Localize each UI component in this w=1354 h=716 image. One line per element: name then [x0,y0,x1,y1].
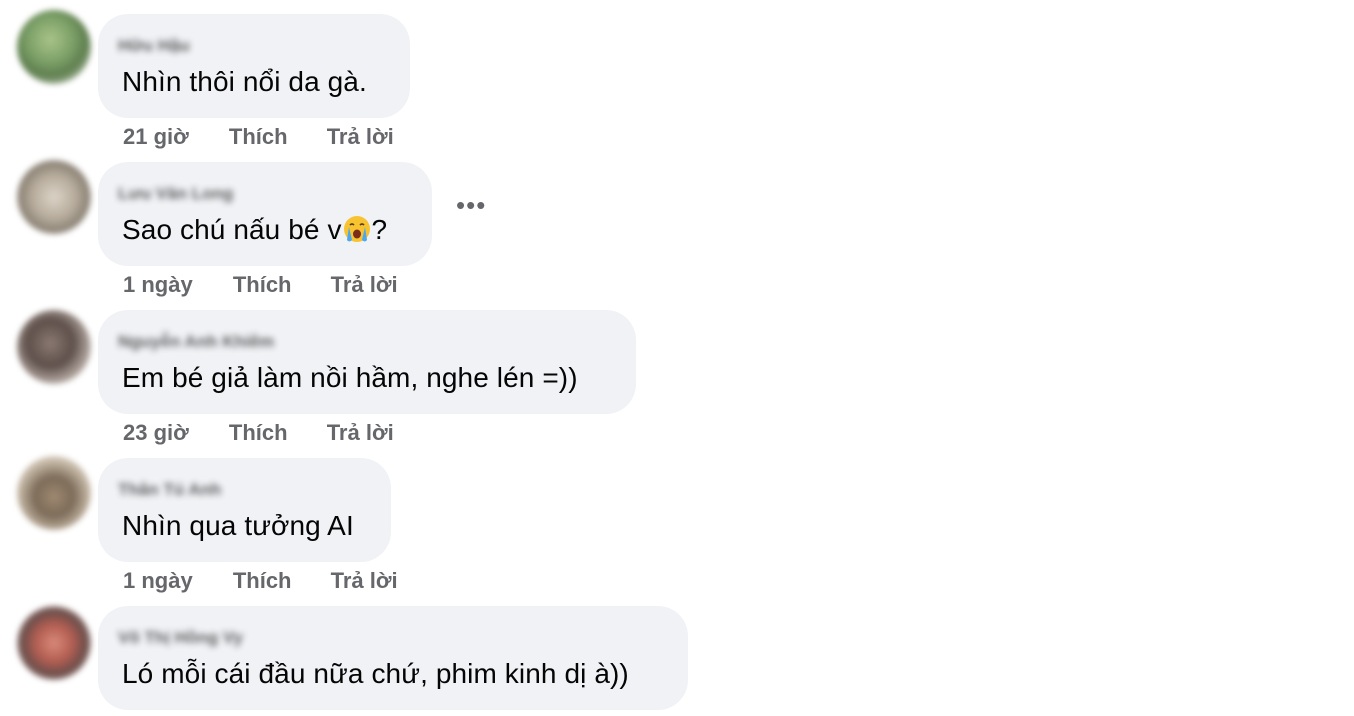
comment-bubble: Thân Tú Anh Nhìn qua tưởng AI [98,458,391,562]
comment-actions: 1 ngày Thích Trả lời [123,568,398,594]
like-button[interactable]: Thích [233,272,292,298]
like-button[interactable]: Thích [229,124,288,150]
comment-text: Sao chú nấu bé v ? [122,213,387,247]
like-button[interactable]: Thích [233,568,292,594]
comment-author[interactable]: Nguyễn Anh Khiêm [118,332,274,351]
like-button[interactable]: Thích [229,420,288,446]
comment-text: Nhìn thôi nổi da gà. [122,66,367,97]
avatar[interactable] [17,456,91,530]
reply-button[interactable]: Trả lời [327,124,394,150]
comment-time[interactable]: 21 giờ [123,124,189,150]
avatar[interactable] [17,10,91,84]
comment-actions: 1 ngày Thích Trả lời [123,272,398,298]
reply-button[interactable]: Trả lời [331,568,398,594]
comment-author[interactable]: Thân Tú Anh [118,480,221,499]
avatar[interactable] [17,606,91,680]
comment-text: Em bé giả làm nồi hầm, nghe lén =)) [122,362,578,393]
comment-text-part: ? [371,214,388,245]
comment-time[interactable]: 1 ngày [123,568,193,594]
comment-actions: 21 giờ Thích Trả lời [123,124,394,150]
comment-bubble: Võ Thị Hồng Vy Ló mỗi cái đầu nữa chứ, p… [98,606,688,710]
comment-text: Ló mỗi cái đầu nữa chứ, phim kinh dị à)) [122,658,629,689]
comment-author[interactable]: Hữu Hậu [118,36,190,55]
comment-time[interactable]: 23 giờ [123,420,189,446]
crying-face-emoji-icon [343,216,370,242]
comment-author[interactable]: Võ Thị Hồng Vy [118,628,243,647]
avatar[interactable] [17,160,91,234]
comment-bubble: Nguyễn Anh Khiêm Em bé giả làm nồi hầm, … [98,310,636,414]
reply-button[interactable]: Trả lời [331,272,398,298]
comment-actions: 23 giờ Thích Trả lời [123,420,394,446]
comment-bubble: Lưu Văn Long Sao chú nấu bé v ? [98,162,432,266]
comment-bubble: Hữu Hậu Nhìn thôi nổi da gà. [98,14,410,118]
comment-text-part: Sao chú nấu bé v [122,214,342,245]
comment-text: Nhìn qua tưởng AI [122,510,354,541]
avatar[interactable] [17,310,91,384]
more-options-icon[interactable]: ••• [456,192,486,218]
reply-button[interactable]: Trả lời [327,420,394,446]
comment-author[interactable]: Lưu Văn Long [118,184,233,203]
comment-time[interactable]: 1 ngày [123,272,193,298]
